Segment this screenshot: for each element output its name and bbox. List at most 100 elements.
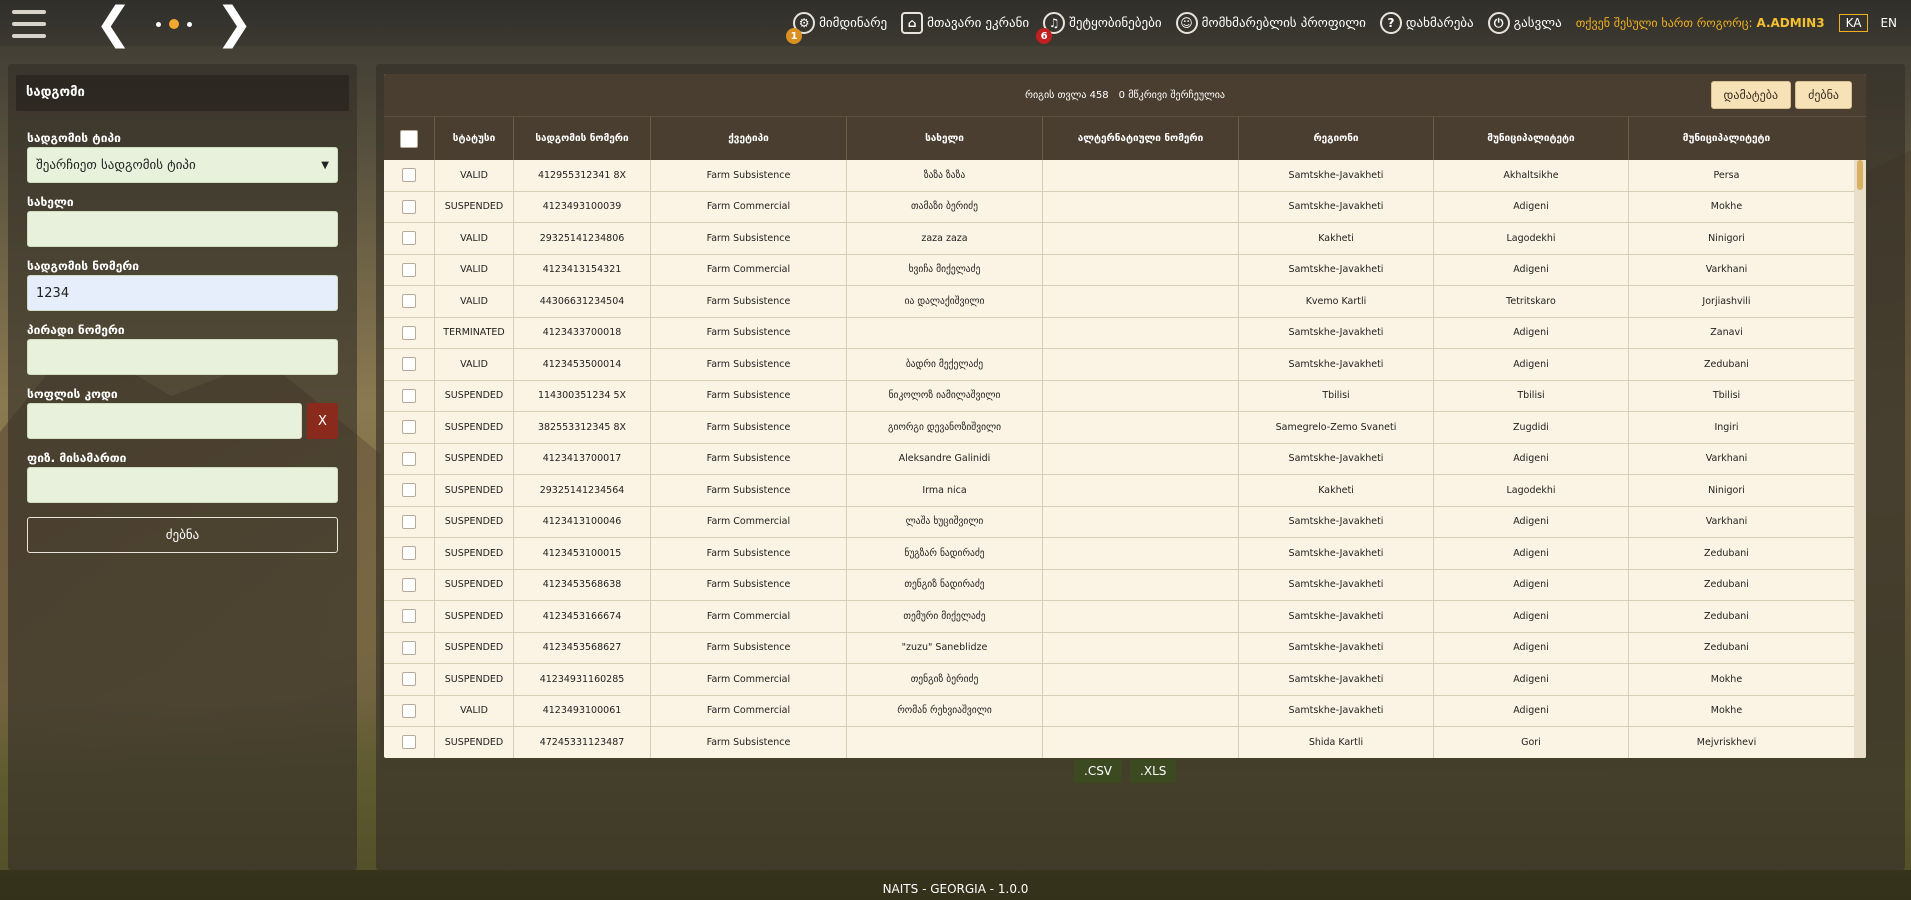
add-button[interactable]: დამატება (1710, 81, 1792, 109)
nav-profile[interactable]: ☺ მომხმარებლის პროფილი (1175, 12, 1366, 34)
cell-region: Samtskhe-Javakheti (1239, 569, 1434, 600)
table-row[interactable]: SUSPENDED 114300351234 5X Farm Subsistence… (384, 380, 1866, 412)
row-checkbox[interactable] (402, 483, 416, 498)
cell-municipality: Tbilisi (1434, 380, 1629, 411)
column-header-subtype[interactable]: ქვეტიპი (651, 117, 847, 160)
physical-address-input[interactable] (27, 467, 338, 503)
column-header-status[interactable]: სტატუსი (435, 117, 514, 160)
table-row[interactable]: VALID 4123453500014 Farm Subsistence ბადრი … (384, 349, 1866, 381)
column-header-municipality[interactable]: მუნიციპალიტეტი (1434, 117, 1629, 160)
cell-region: Kvemo Kartli (1239, 286, 1434, 317)
cell-village: Jorjiashvili (1702, 295, 1751, 307)
cell-holding-number: 4123413154321 (514, 254, 651, 285)
row-checkbox[interactable] (402, 672, 416, 687)
table-row[interactable]: SUSPENDED 41234931160285 Farm Commercial თე… (384, 664, 1866, 696)
table-row[interactable]: SUSPENDED 4123413100046 Farm Commercial ლაშ… (384, 506, 1866, 538)
lang-en[interactable]: EN (1874, 15, 1903, 31)
table-row[interactable]: SUSPENDED 29325141234564 Farm Subsistence I… (384, 475, 1866, 507)
cell-village: Mejvriskhevi (1696, 736, 1757, 748)
table-row[interactable]: SUSPENDED 4123453166674 Farm Commercial თემ… (384, 601, 1866, 633)
cell-subtype: Farm Commercial (651, 254, 847, 285)
personal-number-input[interactable] (27, 339, 338, 375)
table-search-button[interactable]: ძებნა (1795, 81, 1852, 109)
cell-municipality: Adigeni (1434, 443, 1629, 474)
cell-village: Zedubani (1704, 579, 1749, 591)
cell-village: Mokhe (1710, 201, 1743, 213)
cell-holding-number: 44306631234504 (514, 286, 651, 317)
row-checkbox[interactable] (402, 609, 416, 624)
nav-home[interactable]: ⌂ მთავარი ეკრანი (901, 12, 1029, 34)
row-checkbox[interactable] (402, 735, 416, 750)
filter-search-button[interactable]: ძებნა (27, 517, 338, 553)
cell-region: Samtskhe-Javakheti (1239, 664, 1434, 695)
row-checkbox[interactable] (402, 231, 416, 246)
carousel-dot-active[interactable] (168, 19, 179, 29)
cell-status: SUSPENDED (435, 727, 514, 758)
cell-subtype: Farm Commercial (651, 664, 847, 695)
cell-region: Shida Kartli (1239, 727, 1434, 758)
table-row[interactable]: VALID 4123493100061 Farm Commercial რომან რ… (384, 695, 1866, 727)
column-header-alt-number[interactable]: ალტერნატიული ნომერი (1043, 117, 1239, 160)
row-checkbox[interactable] (402, 640, 416, 655)
cell-name: Irma nica (847, 475, 1043, 506)
table-row[interactable]: TERMINATED 4123433700018 Farm Subsistence S… (384, 317, 1866, 349)
table-row[interactable]: VALID 44306631234504 Farm Subsistence ია და… (384, 286, 1866, 318)
table-row[interactable]: VALID 29325141234806 Farm Subsistence zaza … (384, 223, 1866, 255)
nav-notifications[interactable]: ♫ 6 შეტყობინებები (1036, 12, 1162, 44)
chevron-left-icon[interactable]: ❮ (95, 2, 132, 46)
column-header-holding-number[interactable]: სადგომის ნომერი (514, 117, 651, 160)
carousel-dot[interactable] (186, 21, 192, 27)
row-checkbox[interactable] (402, 420, 416, 435)
row-checkbox[interactable] (402, 168, 416, 183)
table-row[interactable]: SUSPENDED 4123453568638 Farm Subsistence თე… (384, 569, 1866, 601)
table-row[interactable]: SUSPENDED 382553312345 8X Farm Subsistence… (384, 412, 1866, 444)
row-checkbox[interactable] (402, 514, 416, 529)
carousel-nav: ❮ ❯ (95, 2, 253, 46)
holding-type-value: შეარჩიეთ სადგომის ტიპი (36, 157, 196, 173)
row-checkbox[interactable] (402, 199, 416, 214)
row-checkbox[interactable] (402, 294, 416, 309)
cell-village: Ninigori (1708, 232, 1745, 244)
row-checkbox[interactable] (402, 262, 416, 277)
nav-current[interactable]: ⚙ 1 მიმდინარე (786, 12, 887, 44)
column-header-village[interactable]: მუნიციპალიტეტი (1629, 117, 1824, 160)
table-row[interactable]: SUSPENDED 4123453568627 Farm Subsistence "z… (384, 632, 1866, 664)
row-checkbox[interactable] (402, 577, 416, 592)
row-checkbox[interactable] (402, 546, 416, 561)
export-csv-button[interactable]: .CSV (1074, 759, 1123, 783)
table-row[interactable]: VALID 4123413154321 Farm Commercial ხვიჩა მ… (384, 254, 1866, 286)
carousel-dot[interactable] (155, 21, 161, 27)
table-scrollbar[interactable] (1854, 160, 1866, 758)
table-row[interactable]: VALID 412955312341 8X Farm Subsistence ზაზა… (384, 160, 1866, 192)
table-row[interactable]: SUSPENDED 4123493100039 Farm Commercial თამ… (384, 191, 1866, 223)
nav-help[interactable]: ? დახმარება (1379, 12, 1474, 34)
hamburger-menu-icon[interactable] (12, 10, 46, 38)
cell-municipality: Adigeni (1434, 695, 1629, 726)
nav-logout[interactable]: ⏻ გასვლა (1487, 12, 1562, 34)
select-all-checkbox[interactable] (400, 129, 418, 148)
nav-help-label: დახმარება (1405, 15, 1474, 31)
table-row[interactable]: SUSPENDED 4123413700017 Farm Subsistence Al… (384, 443, 1866, 475)
lang-ka[interactable]: KA (1838, 14, 1869, 32)
row-checkbox[interactable] (402, 703, 416, 718)
table-row[interactable]: SUSPENDED 47245331123487 Farm Subsistence S… (384, 727, 1866, 758)
row-checkbox[interactable] (402, 325, 416, 340)
row-checkbox[interactable] (402, 388, 416, 403)
chevron-right-icon[interactable]: ❯ (216, 2, 253, 46)
scrollbar-thumb[interactable] (1857, 160, 1863, 190)
row-checkbox[interactable] (402, 451, 416, 466)
village-code-input[interactable] (27, 403, 302, 439)
name-input[interactable] (27, 211, 338, 247)
holding-type-select[interactable]: შეარჩიეთ სადგომის ტიპი ▼ (27, 147, 338, 183)
clear-village-code-button[interactable]: X (307, 403, 338, 439)
cell-village: Ninigori (1708, 484, 1745, 496)
cell-alt-number (1043, 160, 1239, 191)
column-header-name[interactable]: სახელი (847, 117, 1043, 160)
column-header-region[interactable]: რეგიონი (1239, 117, 1434, 160)
export-xls-button[interactable]: .XLS (1130, 759, 1177, 783)
cell-subtype: Farm Subsistence (651, 569, 847, 600)
table-row[interactable]: SUSPENDED 4123453100015 Farm Subsistence ნუ… (384, 538, 1866, 570)
top-bar: ❮ ❯ ⚙ 1 მიმდინარე ⌂ მთავარი ეკრანი ♫ 6 შ… (0, 0, 1911, 46)
holding-number-input[interactable]: 1234 (27, 275, 338, 311)
row-checkbox[interactable] (402, 357, 416, 372)
